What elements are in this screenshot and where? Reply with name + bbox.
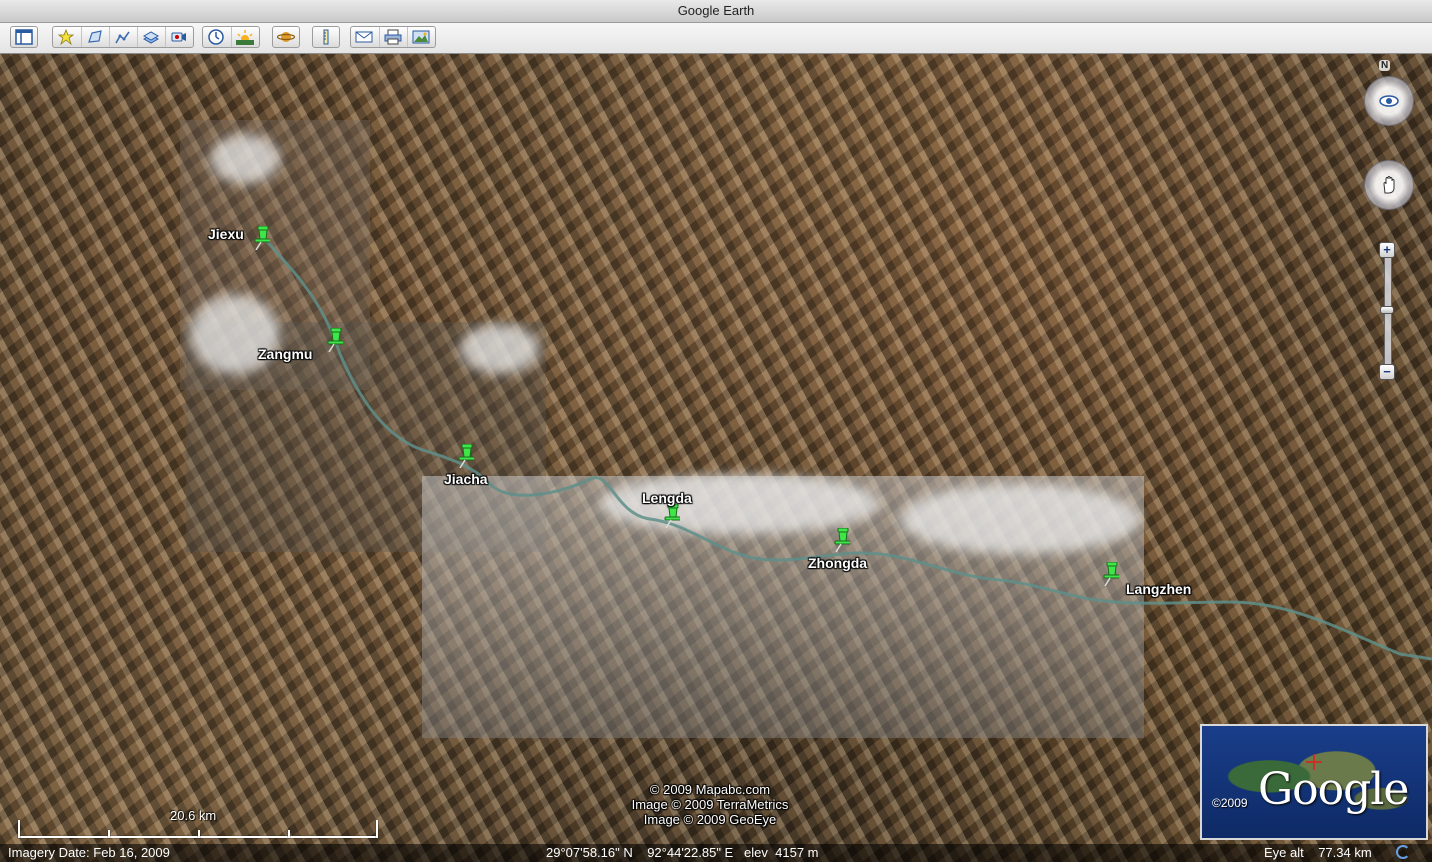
north-indicator[interactable]: N xyxy=(1379,60,1391,71)
look-control[interactable] xyxy=(1364,76,1414,126)
placemark-label[interactable]: Langzhen xyxy=(1126,581,1191,597)
imagery-date: Imagery Date: Feb 16, 2009 xyxy=(8,845,170,860)
scale-tick xyxy=(288,830,290,838)
planets-icon xyxy=(277,32,295,42)
placemark-pin-icon[interactable] xyxy=(252,226,270,250)
toolbar-group-share xyxy=(350,26,436,48)
placemark-label[interactable]: Jiacha xyxy=(444,471,488,487)
scale-tick xyxy=(108,830,110,838)
window-title: Google Earth xyxy=(677,3,755,18)
save-image-button[interactable] xyxy=(407,27,434,47)
toolbar-group-sidebar xyxy=(10,26,38,48)
print-icon xyxy=(384,29,402,45)
scale-tick xyxy=(376,820,378,838)
zoom-slider-handle[interactable] xyxy=(1380,306,1394,314)
placemark-pin-icon[interactable] xyxy=(662,504,680,528)
record-tour-icon xyxy=(171,32,186,42)
scale-tick xyxy=(18,820,20,838)
hand-icon xyxy=(1383,176,1395,194)
credit-line: Image © 2009 GeoEye xyxy=(643,812,777,827)
placemark-label[interactable]: Lengda xyxy=(642,490,692,506)
add-polygon-button[interactable] xyxy=(81,27,108,47)
email-icon xyxy=(355,31,373,43)
scale-label: 20.6 km xyxy=(170,808,217,823)
imagery-credits: © 2009 Mapabc.com Image © 2009 TerraMetr… xyxy=(560,782,860,827)
status-bar: Imagery Date: Feb 16, 2009 29°07'58.16" … xyxy=(0,844,1432,862)
overview-copyright: ©2009 xyxy=(1212,796,1248,810)
ruler-icon xyxy=(323,29,329,45)
scale-tick xyxy=(198,830,200,838)
email-button[interactable] xyxy=(351,27,377,47)
credit-line: Image © 2009 TerraMetrics xyxy=(631,797,789,812)
eye-altitude: Eye alt 77.34 km xyxy=(1264,845,1372,860)
add-image-overlay-button[interactable] xyxy=(137,27,164,47)
toolbar xyxy=(0,23,1432,54)
window-title-bar: Google Earth xyxy=(0,0,1432,23)
add-path-button[interactable] xyxy=(109,27,136,47)
placemark-label[interactable]: Jiexu xyxy=(208,226,244,242)
placemark-pin-icon[interactable] xyxy=(832,528,850,552)
google-logo: Google xyxy=(1258,764,1409,815)
placemark-icon xyxy=(57,29,75,45)
toolbar-group-planets xyxy=(272,26,300,48)
credit-line: © 2009 Mapabc.com xyxy=(649,782,771,797)
pointer-coordinates: 29°07'58.16" N 92°44'22.85" E elev 4157 … xyxy=(546,845,819,860)
sunlight-button[interactable] xyxy=(231,27,258,47)
move-control[interactable] xyxy=(1364,160,1414,210)
zoom-out-button[interactable]: − xyxy=(1379,364,1395,380)
toolbar-group-view xyxy=(202,26,260,48)
sidebar-icon xyxy=(15,29,33,45)
toolbar-group-ruler xyxy=(312,26,340,48)
record-tour-button[interactable] xyxy=(165,27,192,47)
save-image-icon xyxy=(412,30,430,44)
historical-imagery-button[interactable] xyxy=(203,27,229,47)
print-button[interactable] xyxy=(379,27,406,47)
sidebar-toggle-button[interactable] xyxy=(11,27,37,47)
eye-icon xyxy=(1379,95,1399,107)
zoom-in-button[interactable]: + xyxy=(1379,242,1395,258)
sunlight-icon xyxy=(236,30,254,45)
map-viewport[interactable]: Jiexu Zangmu Jiacha Lengda Zhongda Langz… xyxy=(0,54,1432,862)
polygon-icon xyxy=(88,30,102,43)
placemark-pin-icon[interactable] xyxy=(325,328,343,352)
switch-planet-button[interactable] xyxy=(273,27,299,47)
placemark-label[interactable]: Zangmu xyxy=(258,346,312,362)
image-overlay-icon xyxy=(142,31,160,44)
add-placemark-button[interactable] xyxy=(53,27,79,47)
ruler-button[interactable] xyxy=(313,27,339,47)
placemark-label[interactable]: Zhongda xyxy=(808,555,867,571)
path-icon xyxy=(115,31,130,44)
scale-legend: 20.6 km xyxy=(18,808,378,838)
streaming-indicator-icon xyxy=(1396,845,1410,859)
placemark-pin-icon[interactable] xyxy=(456,444,474,468)
placemark-pin-icon[interactable] xyxy=(1101,562,1119,586)
overview-map[interactable]: Google ©2009 xyxy=(1200,724,1428,840)
toolbar-group-add xyxy=(52,26,194,48)
historical-imagery-icon xyxy=(208,29,224,45)
